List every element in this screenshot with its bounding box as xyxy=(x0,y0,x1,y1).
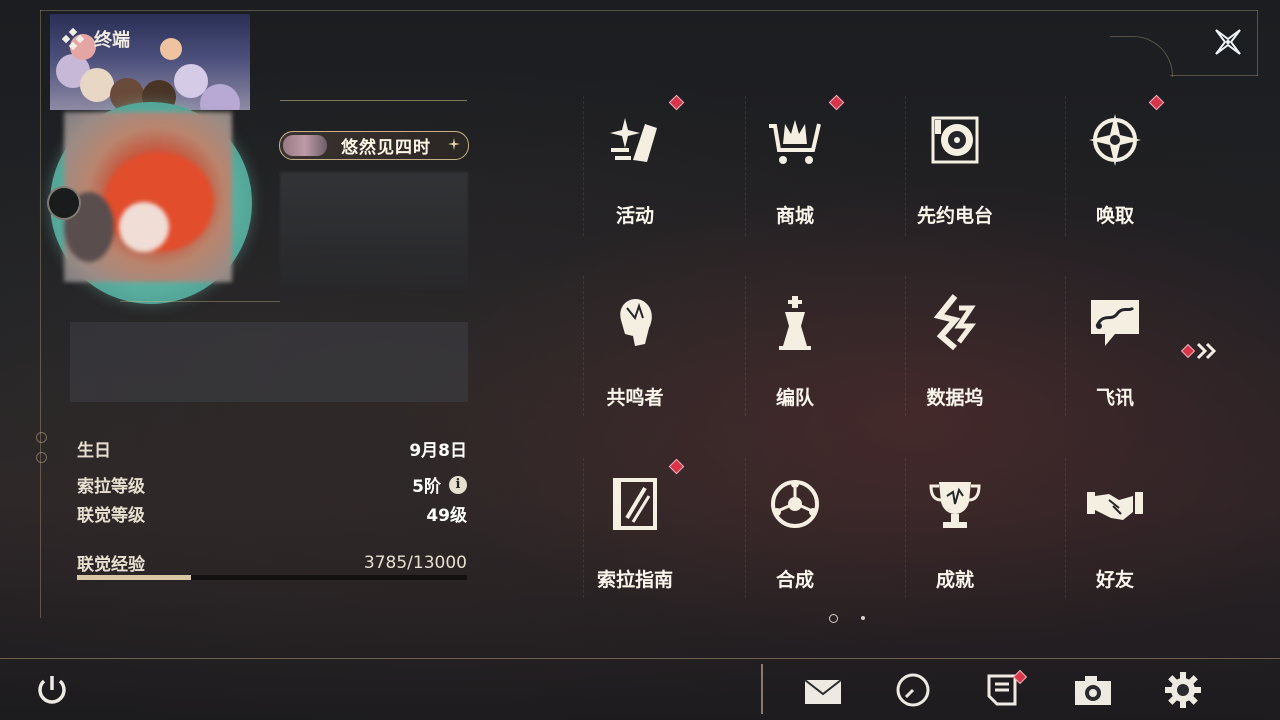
stat-label: 生日 xyxy=(77,441,111,461)
menu-item-label: 索拉指南 xyxy=(596,569,673,591)
guide-book-icon xyxy=(613,478,657,530)
menu-item-synthesis[interactable]: 合成 xyxy=(715,450,875,628)
double-chevron-right-icon xyxy=(1196,342,1217,360)
stat-union-level: 联觉等级 49级 xyxy=(77,501,467,526)
clock-button[interactable] xyxy=(893,670,933,710)
page-indicator-active xyxy=(829,614,838,623)
exp-progress-fill xyxy=(77,575,191,580)
stat-value: 5阶 xyxy=(412,477,441,497)
frame-top-line xyxy=(40,10,1258,11)
camera-icon xyxy=(1075,676,1111,705)
handshake-icon xyxy=(1087,492,1143,520)
stat-label: 联觉等级 xyxy=(77,506,145,526)
menu-item-label: 先约电台 xyxy=(916,205,993,227)
data-dock-icon xyxy=(933,294,976,351)
menu-item-radio[interactable]: 先约电台 xyxy=(875,86,1035,264)
bottom-separator xyxy=(761,664,763,714)
profile-info-panel xyxy=(280,172,468,289)
signature-box[interactable] xyxy=(70,322,468,402)
power-button[interactable] xyxy=(32,670,72,710)
menu-item-label: 成就 xyxy=(935,569,974,591)
stat-label: 索拉等级 xyxy=(77,477,145,497)
sparkle-icon xyxy=(448,138,460,150)
diamond-grid-icon xyxy=(62,28,84,50)
stat-union-exp: 联觉经验 3785/13000 xyxy=(77,550,467,576)
bottom-divider xyxy=(0,658,1280,659)
menu-item-label: 商城 xyxy=(775,205,814,227)
notification-badge xyxy=(828,94,845,111)
close-button[interactable] xyxy=(1206,20,1250,64)
stat-value: 9月8日 xyxy=(409,441,467,461)
name-divider xyxy=(280,100,467,101)
menu-item-friends[interactable]: 好友 xyxy=(1035,450,1195,628)
stat-value: 49级 xyxy=(426,506,467,526)
menu-item-team[interactable]: 编队 xyxy=(715,268,875,446)
frame-dot xyxy=(36,432,47,443)
notes-button[interactable] xyxy=(983,669,1028,710)
menu-item-shop[interactable]: 商城 xyxy=(715,86,875,264)
mail-button[interactable] xyxy=(803,670,843,710)
nickname-plate[interactable]: 悠然见四时 xyxy=(279,131,469,160)
stat-birthday: 生日 9月8日 xyxy=(77,436,467,461)
synthesis-orb-icon xyxy=(771,480,819,528)
menu-item-label: 编队 xyxy=(775,387,814,409)
trophy-icon xyxy=(929,482,981,528)
header: 终端 xyxy=(62,26,130,52)
menu-item-label: 唤取 xyxy=(1095,205,1134,227)
info-icon[interactable]: i xyxy=(449,475,467,494)
menu-grid: 活动 商城 先约电台 唤取 共鸣者 编队 数据坞 飞讯 索拉指南 合成 成就 好… xyxy=(555,86,1195,638)
close-icon xyxy=(1215,29,1241,55)
power-icon xyxy=(38,676,66,704)
page-indicator xyxy=(861,616,865,620)
menu-item-guide[interactable]: 索拉指南 xyxy=(555,450,715,628)
mail-icon xyxy=(804,679,842,704)
settings-gear-icon xyxy=(1165,672,1201,708)
stat-value: 3785/13000 xyxy=(363,552,467,573)
nickname: 悠然见四时 xyxy=(341,138,431,158)
stat-sola-level: 索拉等级 5阶 i xyxy=(77,472,467,497)
menu-item-label: 活动 xyxy=(615,205,654,227)
frame-dot xyxy=(36,452,47,463)
resonator-head-icon xyxy=(620,298,652,346)
menu-item-label: 飞讯 xyxy=(1095,387,1134,409)
shop-cart-icon xyxy=(769,120,821,164)
stat-label: 联觉经验 xyxy=(77,555,145,575)
nameplate-thumb xyxy=(283,135,327,156)
avatar-switch-knob[interactable] xyxy=(47,186,81,220)
avatar[interactable] xyxy=(64,112,232,282)
chess-team-icon xyxy=(779,296,811,350)
exp-progress-bar xyxy=(77,575,467,580)
summon-star-icon xyxy=(1089,114,1141,166)
settings-button[interactable] xyxy=(1163,670,1203,710)
frame-corner-arc xyxy=(1110,36,1173,77)
avatar-divider xyxy=(120,301,280,302)
notification-badge xyxy=(668,458,685,475)
chat-message-icon xyxy=(1091,300,1139,346)
menu-item-label: 数据坞 xyxy=(926,387,984,409)
menu-item-datadock[interactable]: 数据坞 xyxy=(875,268,1035,446)
notification-badge xyxy=(1180,343,1196,359)
radio-record-icon xyxy=(931,116,979,164)
menu-item-resonators[interactable]: 共鸣者 xyxy=(555,268,715,446)
menu-item-label: 共鸣者 xyxy=(606,387,664,409)
camera-button[interactable] xyxy=(1073,670,1113,710)
menu-item-achievements[interactable]: 成就 xyxy=(875,450,1035,628)
page-title: 终端 xyxy=(94,30,130,51)
frame-left-line xyxy=(40,10,41,618)
notification-badge xyxy=(668,94,685,111)
activity-sparkle-icon xyxy=(610,118,657,162)
notification-badge xyxy=(1148,94,1165,111)
next-page-button[interactable] xyxy=(1180,340,1220,362)
menu-item-activity[interactable]: 活动 xyxy=(555,86,715,264)
menu-item-label: 合成 xyxy=(775,569,814,591)
frame-corner-line xyxy=(1170,75,1258,76)
menu-item-label: 好友 xyxy=(1095,569,1134,591)
menu-item-messages[interactable]: 飞讯 xyxy=(1035,268,1195,446)
clock-icon xyxy=(896,673,930,707)
frame-right-line xyxy=(1257,10,1258,76)
menu-item-summon[interactable]: 唤取 xyxy=(1035,86,1195,264)
